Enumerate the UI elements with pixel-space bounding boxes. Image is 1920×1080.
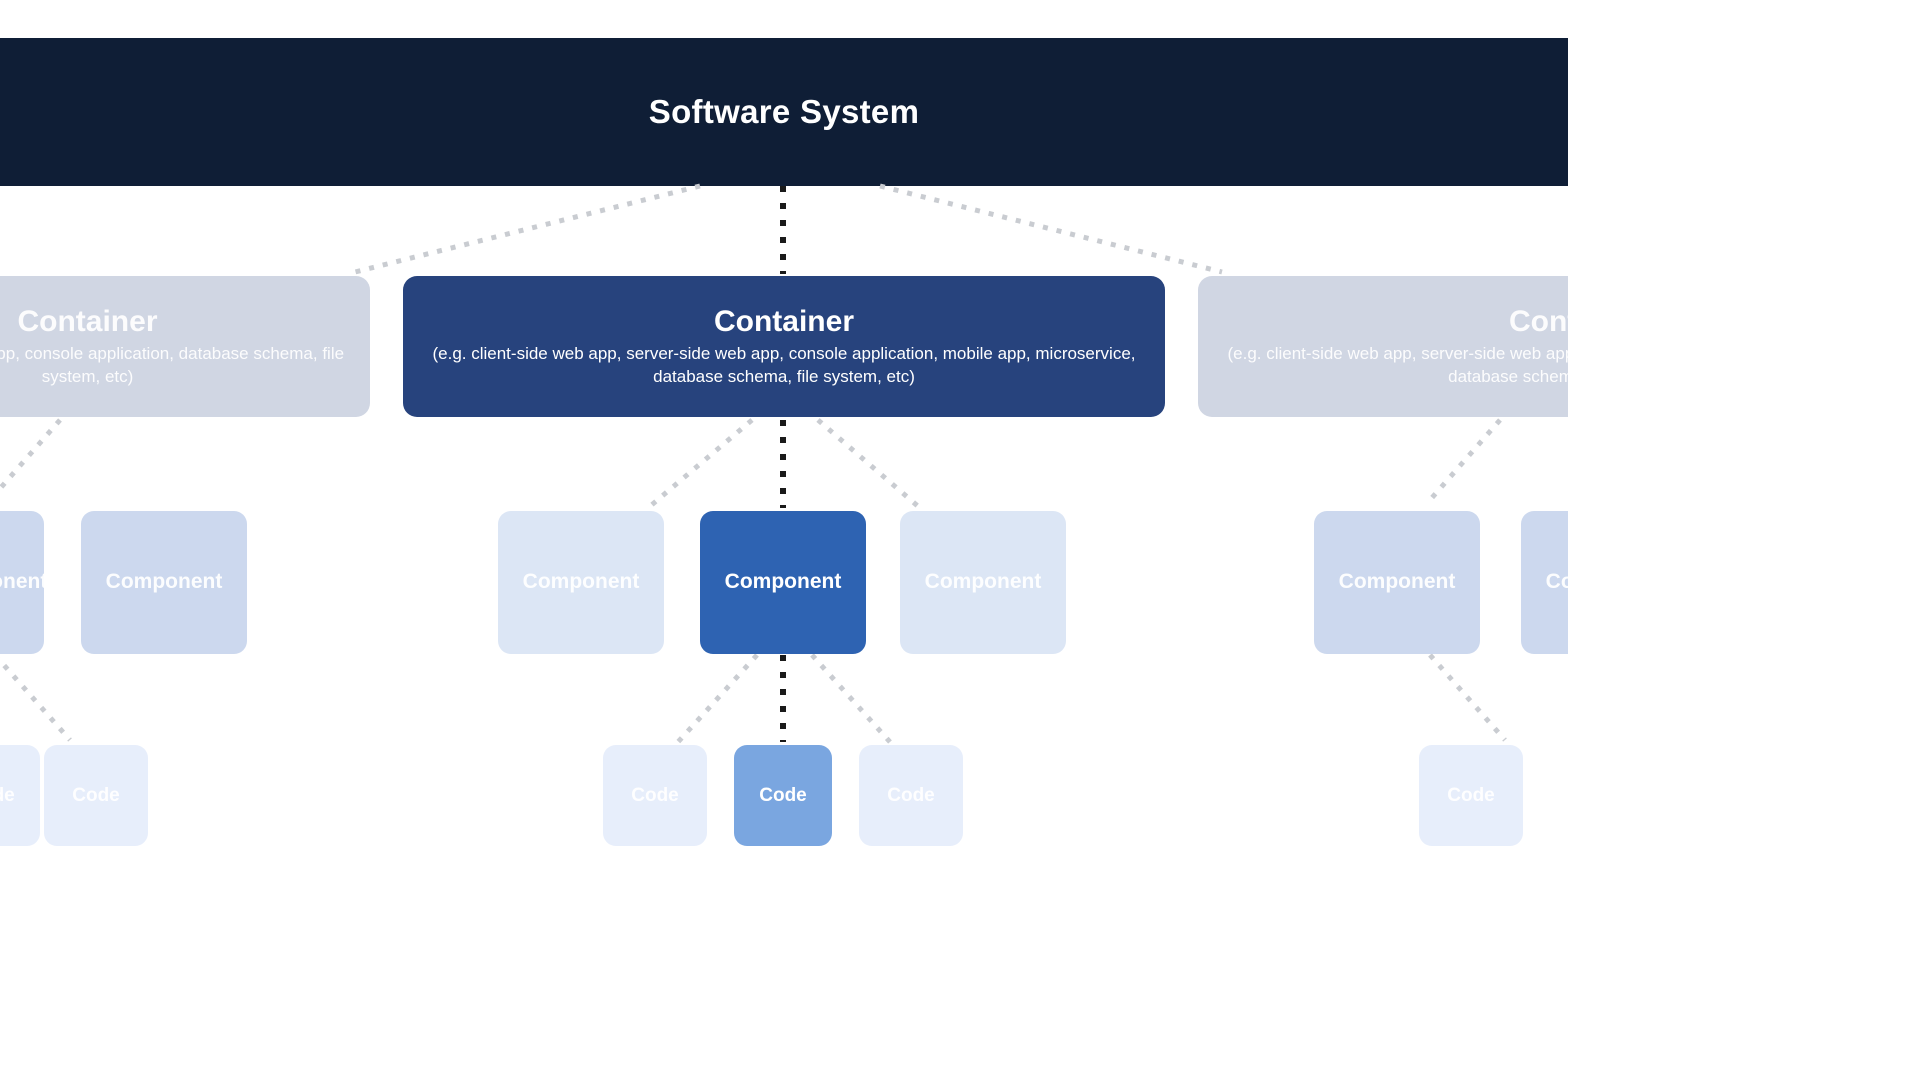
- component-to-code-right-down: [1428, 653, 1507, 742]
- component-c1-label: Component: [522, 570, 640, 594]
- container-to-component-left-up: [0, 418, 62, 493]
- container-left[interactable]: Container (e.g. client-side web app, cons…: [0, 276, 370, 417]
- container-to-component-c1: [646, 418, 754, 510]
- container-center[interactable]: Container (e.g. client-side web app, serv…: [403, 276, 1165, 417]
- component-r1[interactable]: Component: [1314, 511, 1480, 654]
- code-c2-label: Code: [759, 784, 807, 806]
- c4-diagram-canvas: Software System Container (e.g. client-si…: [0, 0, 1568, 874]
- container-left-label: Container: [17, 304, 158, 338]
- component-to-code-c1: [676, 653, 759, 744]
- system-to-container-right: [879, 183, 1223, 275]
- code-r1[interactable]: Code: [1419, 745, 1523, 846]
- container-to-component-c3: [816, 418, 922, 510]
- component-c2[interactable]: Component: [700, 511, 866, 654]
- software-system-label: Software System: [648, 93, 920, 130]
- software-system-band: Software System: [0, 38, 1568, 186]
- component-l1-label: Component: [0, 570, 48, 594]
- code-c2[interactable]: Code: [734, 745, 832, 846]
- code-l2[interactable]: Code: [44, 745, 148, 846]
- code-l1[interactable]: Code: [0, 745, 40, 846]
- component-c3[interactable]: Component: [900, 511, 1066, 654]
- code-l1-label: Code: [0, 784, 15, 806]
- code-c3-label: Code: [887, 784, 935, 806]
- component-r1-label: Component: [1338, 570, 1456, 594]
- component-to-code-left-down: [0, 656, 72, 742]
- container-right[interactable]: Container (e.g. client-side web app, serv…: [1198, 276, 1568, 417]
- container-left-subtitle: (e.g. client-side web app, console appli…: [0, 344, 345, 386]
- code-c3[interactable]: Code: [859, 745, 963, 846]
- component-r2-label: Component: [1545, 570, 1568, 594]
- system-to-container-left: [354, 183, 701, 275]
- container-center-subtitle: (e.g. client-side web app, server-side w…: [432, 344, 1136, 386]
- container-right-label: Container: [1508, 304, 1568, 338]
- code-l2-label: Code: [72, 784, 120, 806]
- component-to-code-c3: [810, 653, 892, 744]
- container-to-component-right-up: [1428, 418, 1502, 502]
- code-c1[interactable]: Code: [603, 745, 707, 846]
- component-l2-label: Component: [105, 570, 223, 594]
- component-l1[interactable]: Component: [0, 511, 48, 654]
- component-c2-label: Component: [724, 570, 842, 594]
- component-c3-label: Component: [924, 570, 1042, 594]
- container-right-subtitle: (e.g. client-side web app, server-side w…: [1227, 344, 1568, 386]
- container-center-label: Container: [713, 304, 854, 338]
- component-r2[interactable]: Component: [1521, 511, 1568, 654]
- code-c1-label: Code: [631, 784, 679, 806]
- component-c1[interactable]: Component: [498, 511, 664, 654]
- code-r1-label: Code: [1447, 784, 1495, 806]
- component-l2[interactable]: Component: [81, 511, 247, 654]
